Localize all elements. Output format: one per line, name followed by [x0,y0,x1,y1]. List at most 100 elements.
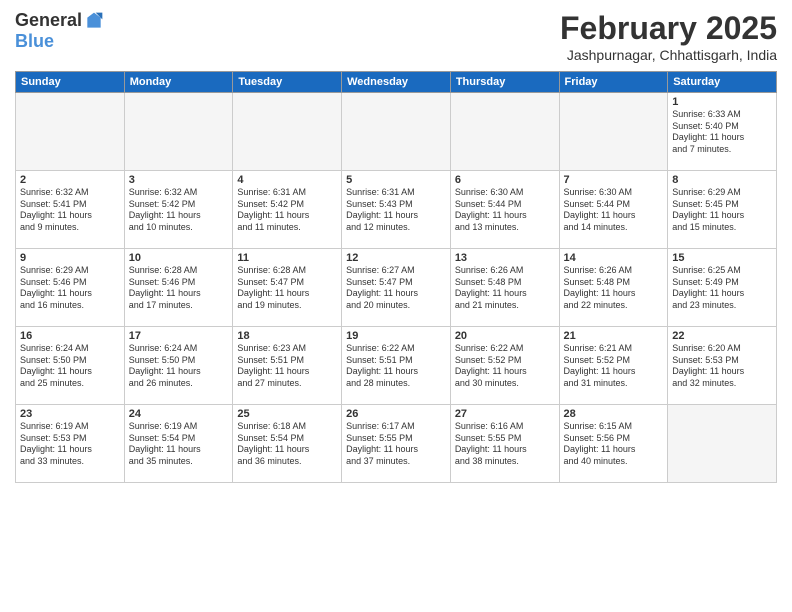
calendar-cell [559,93,668,171]
day-info: Sunrise: 6:26 AMSunset: 5:48 PMDaylight:… [455,265,555,312]
day-info: Sunrise: 6:31 AMSunset: 5:42 PMDaylight:… [237,187,337,234]
day-number: 6 [455,174,555,186]
calendar-cell: 4Sunrise: 6:31 AMSunset: 5:42 PMDaylight… [233,171,342,249]
day-number: 15 [672,252,772,264]
day-info: Sunrise: 6:31 AMSunset: 5:43 PMDaylight:… [346,187,446,234]
day-info: Sunrise: 6:28 AMSunset: 5:46 PMDaylight:… [129,265,229,312]
weekday-header-row: SundayMondayTuesdayWednesdayThursdayFrid… [16,72,777,93]
calendar-cell: 23Sunrise: 6:19 AMSunset: 5:53 PMDayligh… [16,405,125,483]
day-number: 9 [20,252,120,264]
day-info: Sunrise: 6:21 AMSunset: 5:52 PMDaylight:… [564,343,664,390]
weekday-header-monday: Monday [124,72,233,93]
calendar-cell: 2Sunrise: 6:32 AMSunset: 5:41 PMDaylight… [16,171,125,249]
logo-icon [84,11,104,31]
day-number: 4 [237,174,337,186]
day-number: 14 [564,252,664,264]
calendar-cell: 8Sunrise: 6:29 AMSunset: 5:45 PMDaylight… [668,171,777,249]
day-number: 16 [20,330,120,342]
weekday-header-wednesday: Wednesday [342,72,451,93]
calendar-cell [450,93,559,171]
calendar-cell: 16Sunrise: 6:24 AMSunset: 5:50 PMDayligh… [16,327,125,405]
header: General Blue February 2025 Jashpurnagar,… [15,10,777,63]
page: General Blue February 2025 Jashpurnagar,… [0,0,792,612]
day-info: Sunrise: 6:33 AMSunset: 5:40 PMDaylight:… [672,109,772,156]
week-row-5: 23Sunrise: 6:19 AMSunset: 5:53 PMDayligh… [16,405,777,483]
calendar-cell: 10Sunrise: 6:28 AMSunset: 5:46 PMDayligh… [124,249,233,327]
day-info: Sunrise: 6:23 AMSunset: 5:51 PMDaylight:… [237,343,337,390]
weekday-header-saturday: Saturday [668,72,777,93]
day-info: Sunrise: 6:29 AMSunset: 5:45 PMDaylight:… [672,187,772,234]
calendar-cell: 28Sunrise: 6:15 AMSunset: 5:56 PMDayligh… [559,405,668,483]
day-info: Sunrise: 6:19 AMSunset: 5:54 PMDaylight:… [129,421,229,468]
day-info: Sunrise: 6:20 AMSunset: 5:53 PMDaylight:… [672,343,772,390]
day-info: Sunrise: 6:18 AMSunset: 5:54 PMDaylight:… [237,421,337,468]
day-number: 13 [455,252,555,264]
calendar-cell: 25Sunrise: 6:18 AMSunset: 5:54 PMDayligh… [233,405,342,483]
week-row-1: 1Sunrise: 6:33 AMSunset: 5:40 PMDaylight… [16,93,777,171]
logo-blue: Blue [15,31,54,51]
week-row-2: 2Sunrise: 6:32 AMSunset: 5:41 PMDaylight… [16,171,777,249]
calendar-cell: 9Sunrise: 6:29 AMSunset: 5:46 PMDaylight… [16,249,125,327]
calendar-cell: 24Sunrise: 6:19 AMSunset: 5:54 PMDayligh… [124,405,233,483]
calendar-cell: 27Sunrise: 6:16 AMSunset: 5:55 PMDayligh… [450,405,559,483]
calendar-cell [124,93,233,171]
day-number: 18 [237,330,337,342]
logo-general: General [15,10,82,31]
calendar-cell: 6Sunrise: 6:30 AMSunset: 5:44 PMDaylight… [450,171,559,249]
day-number: 28 [564,408,664,420]
day-number: 3 [129,174,229,186]
day-number: 2 [20,174,120,186]
day-info: Sunrise: 6:26 AMSunset: 5:48 PMDaylight:… [564,265,664,312]
calendar-cell: 14Sunrise: 6:26 AMSunset: 5:48 PMDayligh… [559,249,668,327]
weekday-header-thursday: Thursday [450,72,559,93]
day-number: 27 [455,408,555,420]
calendar-cell [233,93,342,171]
day-number: 5 [346,174,446,186]
logo: General Blue [15,10,104,52]
day-info: Sunrise: 6:30 AMSunset: 5:44 PMDaylight:… [564,187,664,234]
calendar-cell [16,93,125,171]
calendar-cell: 15Sunrise: 6:25 AMSunset: 5:49 PMDayligh… [668,249,777,327]
day-info: Sunrise: 6:15 AMSunset: 5:56 PMDaylight:… [564,421,664,468]
day-number: 11 [237,252,337,264]
weekday-header-friday: Friday [559,72,668,93]
calendar-cell: 11Sunrise: 6:28 AMSunset: 5:47 PMDayligh… [233,249,342,327]
weekday-header-tuesday: Tuesday [233,72,342,93]
day-number: 8 [672,174,772,186]
day-info: Sunrise: 6:29 AMSunset: 5:46 PMDaylight:… [20,265,120,312]
calendar-cell: 22Sunrise: 6:20 AMSunset: 5:53 PMDayligh… [668,327,777,405]
day-number: 1 [672,96,772,108]
calendar-table: SundayMondayTuesdayWednesdayThursdayFrid… [15,71,777,483]
day-number: 22 [672,330,772,342]
calendar-cell: 1Sunrise: 6:33 AMSunset: 5:40 PMDaylight… [668,93,777,171]
day-number: 26 [346,408,446,420]
day-info: Sunrise: 6:30 AMSunset: 5:44 PMDaylight:… [455,187,555,234]
day-number: 23 [20,408,120,420]
location-subtitle: Jashpurnagar, Chhattisgarh, India [560,47,777,63]
day-info: Sunrise: 6:27 AMSunset: 5:47 PMDaylight:… [346,265,446,312]
day-number: 7 [564,174,664,186]
calendar-cell: 26Sunrise: 6:17 AMSunset: 5:55 PMDayligh… [342,405,451,483]
day-info: Sunrise: 6:16 AMSunset: 5:55 PMDaylight:… [455,421,555,468]
calendar-cell [342,93,451,171]
day-number: 25 [237,408,337,420]
weekday-header-sunday: Sunday [16,72,125,93]
calendar-cell: 17Sunrise: 6:24 AMSunset: 5:50 PMDayligh… [124,327,233,405]
day-number: 19 [346,330,446,342]
day-number: 20 [455,330,555,342]
calendar-cell: 12Sunrise: 6:27 AMSunset: 5:47 PMDayligh… [342,249,451,327]
day-number: 21 [564,330,664,342]
calendar-cell: 3Sunrise: 6:32 AMSunset: 5:42 PMDaylight… [124,171,233,249]
day-number: 10 [129,252,229,264]
day-info: Sunrise: 6:19 AMSunset: 5:53 PMDaylight:… [20,421,120,468]
calendar-cell: 20Sunrise: 6:22 AMSunset: 5:52 PMDayligh… [450,327,559,405]
day-info: Sunrise: 6:24 AMSunset: 5:50 PMDaylight:… [129,343,229,390]
calendar-cell [668,405,777,483]
calendar-cell: 21Sunrise: 6:21 AMSunset: 5:52 PMDayligh… [559,327,668,405]
day-info: Sunrise: 6:28 AMSunset: 5:47 PMDaylight:… [237,265,337,312]
day-info: Sunrise: 6:25 AMSunset: 5:49 PMDaylight:… [672,265,772,312]
day-info: Sunrise: 6:17 AMSunset: 5:55 PMDaylight:… [346,421,446,468]
day-info: Sunrise: 6:32 AMSunset: 5:42 PMDaylight:… [129,187,229,234]
day-info: Sunrise: 6:24 AMSunset: 5:50 PMDaylight:… [20,343,120,390]
calendar-cell: 13Sunrise: 6:26 AMSunset: 5:48 PMDayligh… [450,249,559,327]
